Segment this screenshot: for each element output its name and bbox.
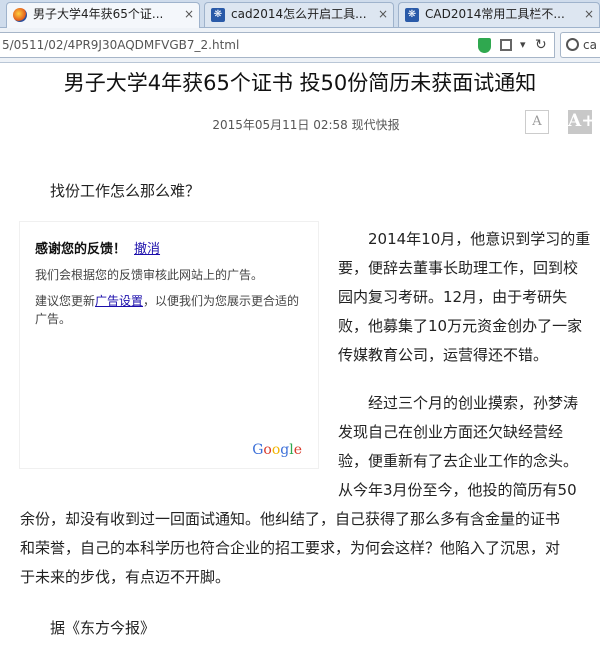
search-text: ca — [583, 38, 597, 52]
url-text[interactable]: 5/0511/02/4PR9J30AQDMFVGB7_2.html — [2, 33, 239, 57]
paragraph-startup: 经过三个月的创业摸索，孙梦涛 发现自己在创业方面还欠缺经营经 验，便重新有了去企… — [338, 389, 593, 476]
baidu-paw-icon: ❋ — [211, 8, 225, 22]
tab-title: cad2014怎么开启工具... — [231, 7, 367, 21]
paragraph-line: 和荣誉，自己的本科学历也符合企业的招工要求，为何会这样？他陷入了沉思，对 — [20, 539, 561, 557]
paragraph-line: 经过三个月的创业摸索，孙梦涛 — [368, 394, 579, 412]
ad-heading-row: 感谢您的反馈！ 撤消 — [35, 238, 160, 257]
ad-suggestion-text: 建议您更新 — [35, 294, 96, 308]
tab-cad-toolbar[interactable]: ❋ cad2014怎么开启工具... × — [204, 2, 394, 27]
search-input[interactable]: ca — [560, 32, 600, 58]
paragraph-line: 要，便辞去董事长助理工作，回到校 — [338, 259, 579, 277]
tab-title: 男子大学4年获65个证... — [33, 7, 164, 21]
firefox-icon — [13, 8, 27, 22]
ad-feedback-box: 感谢您的反馈！ 撤消 我们会根据您的反馈审核此网站上的广告。 建议您更新广告设置，… — [20, 222, 318, 468]
paragraph-resume-start: 从今年3月份至今，他投的简历有50 — [338, 476, 593, 505]
qr-code-icon[interactable] — [500, 39, 512, 51]
article-date: 2015年05月11日 — [212, 118, 310, 132]
google-logo-letter: o — [263, 442, 272, 458]
tab-bar: 男子大学4年获65个证... × ❋ cad2014怎么开启工具... × ❋ … — [0, 0, 600, 28]
ad-suggestion: 建议您更新广告设置，以便我们为您展示更合适的广告。 — [35, 292, 310, 328]
paragraph-line: 余份，却没有收到过一回面试通知。他纠结了，自己获得了那么多有含金量的证书 — [20, 510, 561, 528]
paragraph-resume: 余份，却没有收到过一回面试通知。他纠结了，自己获得了那么多有含金量的证书 和荣誉… — [20, 505, 595, 592]
article-source: 现代快报 — [351, 118, 400, 132]
article-title: 男子大学4年获65个证书 投50份简历未获面试通知 — [63, 71, 537, 95]
baidu-paw-icon: ❋ — [405, 8, 419, 22]
paragraph-line: 传媒教育公司，运营得还不错。 — [338, 346, 549, 364]
ad-message: 我们会根据您的反馈审核此网站上的广告。 — [35, 268, 264, 282]
article-time: 02:58 — [313, 118, 348, 132]
article-meta: 2015年05月11日 02:58 现代快报 — [0, 116, 600, 134]
google-logo-letter: g — [280, 442, 290, 458]
reload-icon[interactable]: ↻ — [535, 34, 547, 56]
ad-heading: 感谢您的反馈！ — [35, 242, 127, 257]
navigation-bar: 5/0511/02/4PR9J30AQDMFVGB7_2.html ▾ ↻ ca — [0, 28, 600, 63]
google-logo-letter: e — [293, 442, 302, 458]
tab-article[interactable]: 男子大学4年获65个证... × — [6, 2, 200, 28]
close-icon[interactable]: × — [184, 3, 194, 26]
paragraph-line: 发现自己在创业方面还欠缺经营经 — [338, 423, 564, 441]
close-icon[interactable]: × — [584, 3, 594, 26]
paragraph-line: 从今年3月份至今，他投的简历有50 — [338, 481, 577, 499]
shield-icon[interactable] — [478, 38, 491, 53]
paragraph-line: 验，便重新有了去企业工作的念头。 — [338, 452, 579, 470]
font-size-large-button[interactable]: A+ — [568, 110, 595, 134]
close-icon[interactable]: × — [378, 3, 388, 26]
font-size-small-button[interactable]: A — [525, 110, 549, 134]
google-logo-letter: o — [271, 442, 281, 458]
tab-title: CAD2014常用工具栏不... — [425, 7, 565, 21]
paragraph-2014: 2014年10月，他意识到学习的重 要，便辞去董事长助理工作，回到校 园内复习考… — [338, 225, 593, 370]
paragraph-line: 于未来的步伐，有点迈不开脚。 — [20, 568, 231, 586]
undo-link[interactable]: 撤消 — [134, 242, 160, 257]
google-logo: Google — [252, 442, 302, 458]
tab-cad-common[interactable]: ❋ CAD2014常用工具栏不... × — [398, 2, 600, 27]
search-icon — [566, 38, 579, 51]
ad-settings-link[interactable]: 广告设置 — [95, 294, 143, 308]
paragraph-line: 园内复习考研。12月，由于考研失 — [338, 288, 568, 306]
google-logo-letter: G — [252, 442, 264, 458]
chevron-down-icon[interactable]: ▾ — [520, 34, 526, 56]
lead-paragraph: 找份工作怎么那么难？ — [50, 182, 201, 200]
paragraph-line: 2014年10月，他意识到学习的重 — [368, 230, 591, 248]
article-credit: 据《东方今报》 — [50, 619, 156, 637]
paragraph-line: 败，他募集了10万元资金创办了一家 — [338, 317, 583, 335]
address-bar[interactable]: 5/0511/02/4PR9J30AQDMFVGB7_2.html ▾ ↻ — [0, 32, 555, 58]
